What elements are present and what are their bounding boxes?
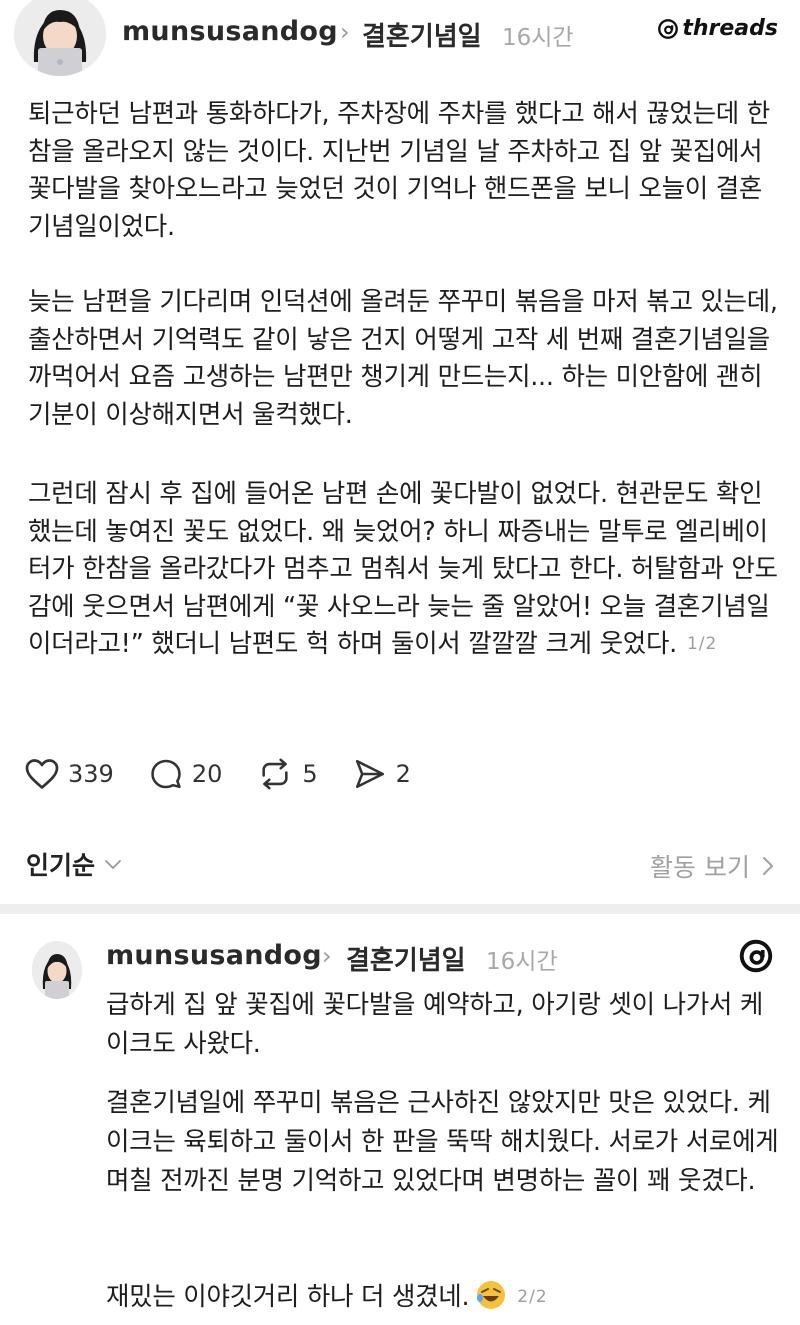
heart-icon bbox=[25, 759, 59, 789]
repost-icon bbox=[262, 758, 288, 790]
post-paragraph: 퇴근하던 남편과 통화하다가, 주차장에 주차를 했다고 해서 끊었는데 한참을… bbox=[28, 99, 770, 242]
section-divider bbox=[0, 904, 800, 914]
share-button[interactable]: 2 bbox=[352, 757, 411, 791]
threads-icon bbox=[658, 18, 679, 39]
post-paragraph-text: 재밌는 이야깃거리 하나 더 생겼네. bbox=[106, 1282, 470, 1312]
view-activity-link[interactable]: 활동 보기 bbox=[650, 848, 774, 884]
post-paragraph-text: 그런데 잠시 후 집에 들어온 남편 손에 꽃다발이 없었다. 현관문도 확인했… bbox=[28, 479, 778, 659]
comment-count: 20 bbox=[191, 760, 223, 788]
topic-tag[interactable]: 결혼기념일 bbox=[346, 940, 466, 977]
post-paragraph: 늦는 남편을 기다리며 인덕션에 올려둔 쭈꾸미 볶음을 마저 볶고 있는데, … bbox=[28, 287, 778, 430]
post-paragraph: 그런데 잠시 후 집에 들어온 남편 손에 꽃다발이 없었다. 현관문도 확인했… bbox=[28, 476, 780, 664]
send-icon bbox=[355, 759, 384, 789]
post-header: munsusandog › 결혼기념일 16시간 threads bbox=[0, 0, 800, 76]
chevron-right-icon: › bbox=[322, 942, 332, 970]
chevron-right-icon: › bbox=[340, 18, 350, 46]
rolling-laughing-emoji-icon bbox=[475, 1279, 507, 1323]
post-paragraph: 재밌는 이야깃거리 하나 더 생겼네. 2/2 bbox=[106, 1278, 780, 1323]
username[interactable]: munsusandog bbox=[106, 940, 322, 971]
sort-dropdown[interactable]: 인기순 bbox=[26, 846, 123, 882]
brand-name: threads bbox=[682, 16, 778, 41]
threads-logo: threads bbox=[657, 16, 778, 41]
post-time: 16시간 bbox=[486, 949, 558, 975]
chevron-down-icon bbox=[105, 860, 121, 869]
avatar[interactable] bbox=[14, 0, 106, 76]
share-count: 2 bbox=[395, 760, 411, 788]
like-button[interactable]: 339 bbox=[24, 757, 114, 791]
action-bar: 339 20 5 2 bbox=[24, 752, 445, 796]
post-time: 16시간 bbox=[502, 25, 574, 51]
avatar-image bbox=[32, 941, 82, 999]
post-paragraph: 급하게 집 앞 꽃집에 꽃다발을 예약하고, 아기랑 셋이 나가서 케이크도 사… bbox=[106, 990, 764, 1059]
post-paragraph: 결혼기념일에 쭈꾸미 볶음은 근사하진 않았지만 맛은 있었다. 케이크는 육퇴… bbox=[106, 1088, 779, 1196]
comment-button[interactable]: 20 bbox=[148, 757, 223, 791]
sort-bar: 인기순 활동 보기 bbox=[0, 828, 800, 900]
sort-label: 인기순 bbox=[26, 851, 96, 880]
repost-button[interactable]: 5 bbox=[256, 757, 318, 791]
activity-label: 활동 보기 bbox=[650, 853, 750, 882]
threads-icon[interactable] bbox=[738, 938, 774, 974]
like-count: 339 bbox=[68, 760, 114, 788]
page-indicator: 2/2 bbox=[517, 1287, 548, 1307]
comment-icon bbox=[151, 759, 181, 789]
avatar[interactable] bbox=[32, 941, 82, 999]
username[interactable]: munsusandog bbox=[122, 16, 338, 47]
page-indicator: 1/2 bbox=[686, 634, 718, 654]
chevron-right-icon bbox=[763, 857, 773, 875]
topic-tag[interactable]: 결혼기념일 bbox=[362, 16, 482, 53]
repost-count: 5 bbox=[302, 760, 318, 788]
avatar-image bbox=[14, 0, 106, 76]
